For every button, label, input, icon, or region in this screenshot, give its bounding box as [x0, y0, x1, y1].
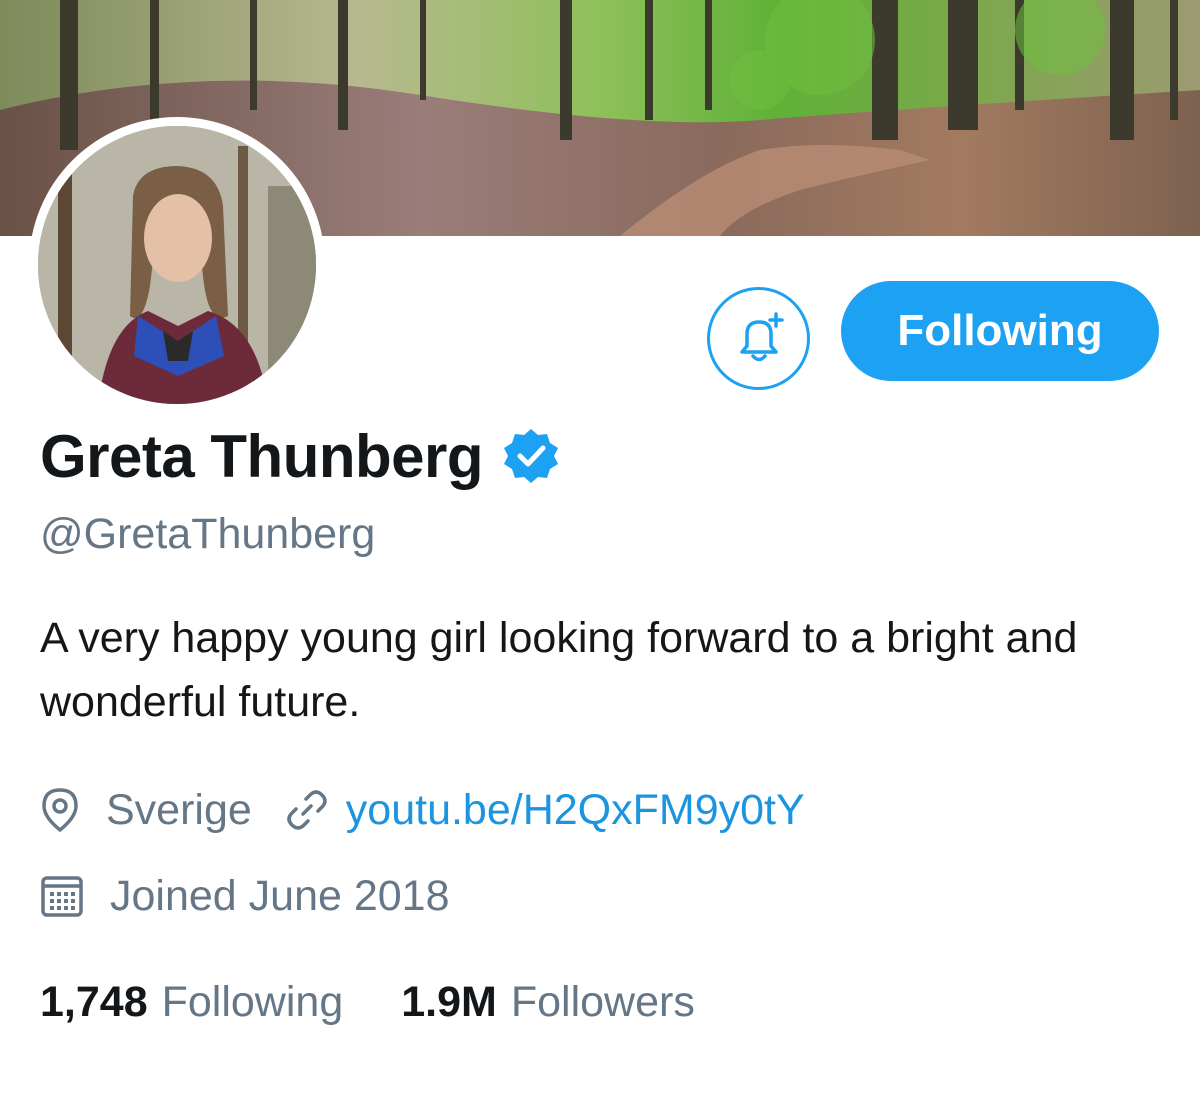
profile-handle: @GretaThunberg [40, 510, 376, 558]
location-pin-icon [42, 788, 78, 832]
profile-website-link[interactable]: youtu.be/H2QxFM9y0tY [346, 786, 805, 835]
followers-stat-link[interactable]: 1.9M Followers [401, 978, 695, 1027]
link-icon [287, 790, 327, 830]
display-name: Greta Thunberg [40, 422, 484, 490]
profile-stats: 1,748 Following 1.9M Followers [40, 972, 695, 1032]
following-button[interactable]: Following [841, 281, 1159, 381]
notifications-bell-button[interactable] [707, 287, 810, 390]
followers-count: 1.9M [401, 977, 497, 1026]
profile-meta-location-website: Sverige youtu.be/H2QxFM9y0tY [40, 780, 805, 840]
bell-plus-icon [739, 311, 784, 361]
profile-joined-date: Joined June 2018 [110, 871, 450, 920]
following-count: 1,748 [40, 977, 148, 1026]
avatar-photo [38, 126, 316, 404]
profile-location: Sverige [106, 785, 252, 834]
profile-avatar[interactable] [29, 117, 325, 413]
profile-page: Following Greta Thunberg @GretaThunberg … [0, 0, 1200, 1118]
following-stat-link[interactable]: 1,748 Following [40, 978, 343, 1027]
calendar-icon [41, 876, 83, 917]
display-name-row: Greta Thunberg [40, 416, 561, 496]
followers-label: Followers [510, 977, 695, 1026]
following-label: Following [161, 977, 344, 1026]
verified-badge-icon [504, 429, 559, 483]
profile-bio: A very happy young girl looking forward … [40, 614, 1078, 726]
profile-meta-joined: Joined June 2018 [40, 866, 450, 926]
